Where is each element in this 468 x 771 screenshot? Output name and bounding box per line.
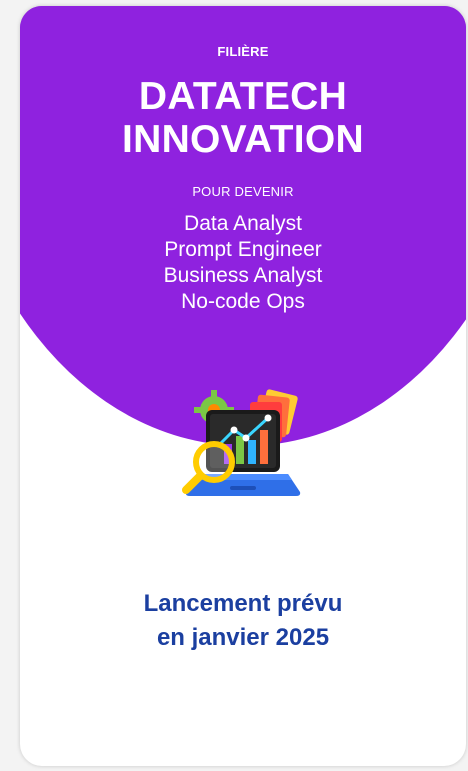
role-item: Prompt Engineer <box>164 238 322 261</box>
role-item: Business Analyst <box>163 264 323 287</box>
role-item: Data Analyst <box>184 212 302 235</box>
hero-title-line2: INNOVATION <box>121 118 365 161</box>
program-card[interactable]: FILIÈRE DATATECH INNOVATION POUR DEVENIR… <box>20 6 466 766</box>
hero-subtitle: POUR DEVENIR <box>192 184 294 199</box>
laptop-analytics-icon <box>180 384 310 514</box>
launch-line1: Lancement prévu <box>143 590 343 617</box>
hero-kicker: FILIÈRE <box>217 44 269 59</box>
role-item: No-code Ops <box>181 290 305 313</box>
launch-line2: en janvier 2025 <box>156 624 330 651</box>
hero-title-line1: DATATECH <box>138 75 348 118</box>
